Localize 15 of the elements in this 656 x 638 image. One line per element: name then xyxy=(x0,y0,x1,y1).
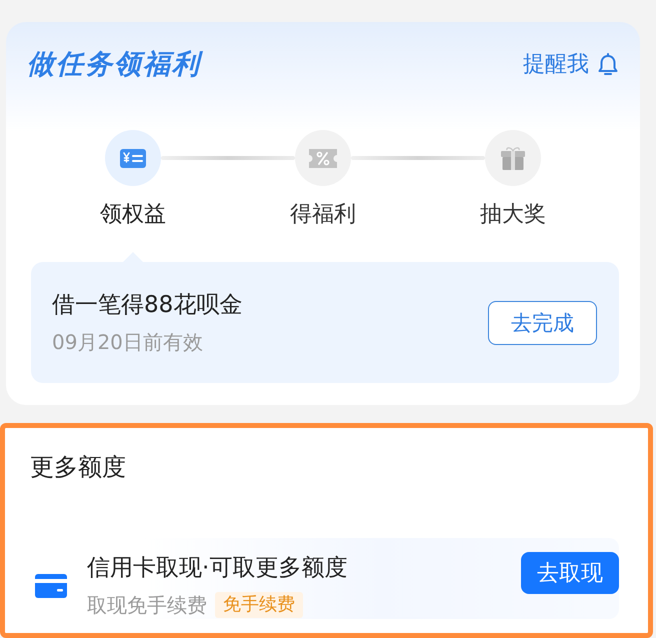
fee-tag: 免手续费 xyxy=(215,592,303,618)
section-title: 更多额度 xyxy=(30,452,126,483)
expiry-text: 09月20日前有效 xyxy=(52,329,203,356)
withdraw-button[interactable]: 去取现 xyxy=(521,552,619,594)
complete-button[interactable]: 去完成 xyxy=(488,300,597,344)
offer-subtitle: 取现免手续费 xyxy=(87,592,207,619)
credit-card-icon xyxy=(35,574,67,598)
step-label: 抽大奖 xyxy=(480,201,546,229)
section-title: 做任务领福利 xyxy=(27,48,201,82)
remind-button[interactable]: 提醒我 xyxy=(523,50,619,80)
step-label: 得福利 xyxy=(290,201,356,229)
step-label: 领权益 xyxy=(100,201,166,229)
bell-icon xyxy=(597,53,619,77)
task-title: 借一笔得88花呗金 xyxy=(52,291,242,320)
offer-title: 信用卡取现·可取更多额度 xyxy=(87,554,348,583)
